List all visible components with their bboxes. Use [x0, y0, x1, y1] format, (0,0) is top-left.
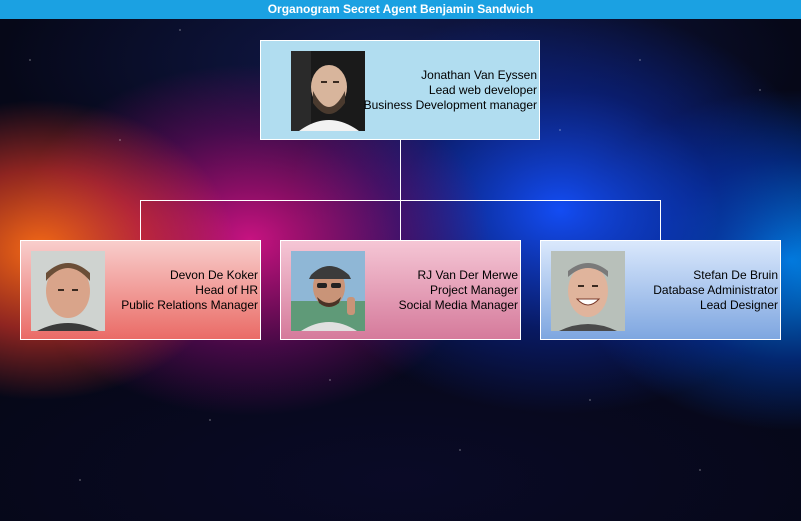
rj-role-1: Project Manager	[429, 283, 518, 297]
connector-child-3	[660, 200, 661, 240]
devon-role-1: Head of HR	[195, 283, 258, 297]
connector-root-down	[400, 140, 401, 200]
root-role-2: Business Development manager	[363, 98, 537, 112]
stefan-photo	[551, 251, 625, 331]
root-name: Jonathan Van Eyssen	[421, 68, 537, 82]
org-card-root[interactable]: Jonathan Van Eyssen Lead web developer B…	[260, 40, 540, 140]
connector-child-2	[400, 200, 401, 240]
man-short-hair-portrait-image	[31, 251, 105, 331]
man-smiling-portrait-image	[551, 251, 625, 331]
root-info: Jonathan Van Eyssen Lead web developer B…	[364, 68, 537, 113]
stefan-name: Stefan De Bruin	[693, 268, 778, 282]
stefan-role-2: Lead Designer	[699, 298, 778, 312]
org-card-stefan[interactable]: Stefan De Bruin Database Administrator L…	[540, 240, 781, 340]
devon-info: Devon De Koker Head of HR Public Relatio…	[121, 268, 258, 313]
devon-name: Devon De Koker	[169, 268, 258, 282]
stefan-role-1: Database Administrator	[653, 283, 778, 297]
devon-photo	[31, 251, 105, 331]
stefan-info: Stefan De Bruin Database Administrator L…	[653, 268, 778, 313]
man-cap-sunglasses-portrait-image	[291, 251, 365, 331]
bald-man-portrait-image	[291, 51, 365, 131]
root-photo	[291, 51, 365, 131]
diagram-title: Organogram Secret Agent Benjamin Sandwic…	[0, 0, 801, 19]
connector-child-1	[140, 200, 141, 240]
root-role-1: Lead web developer	[428, 83, 537, 97]
org-card-rj[interactable]: RJ Van Der Merwe Project Manager Social …	[280, 240, 521, 340]
rj-name: RJ Van Der Merwe	[417, 268, 518, 282]
rj-info: RJ Van Der Merwe Project Manager Social …	[399, 268, 518, 313]
devon-role-2: Public Relations Manager	[121, 298, 258, 312]
rj-role-2: Social Media Manager	[398, 298, 518, 312]
org-card-devon[interactable]: Devon De Koker Head of HR Public Relatio…	[20, 240, 261, 340]
rj-photo	[291, 251, 365, 331]
